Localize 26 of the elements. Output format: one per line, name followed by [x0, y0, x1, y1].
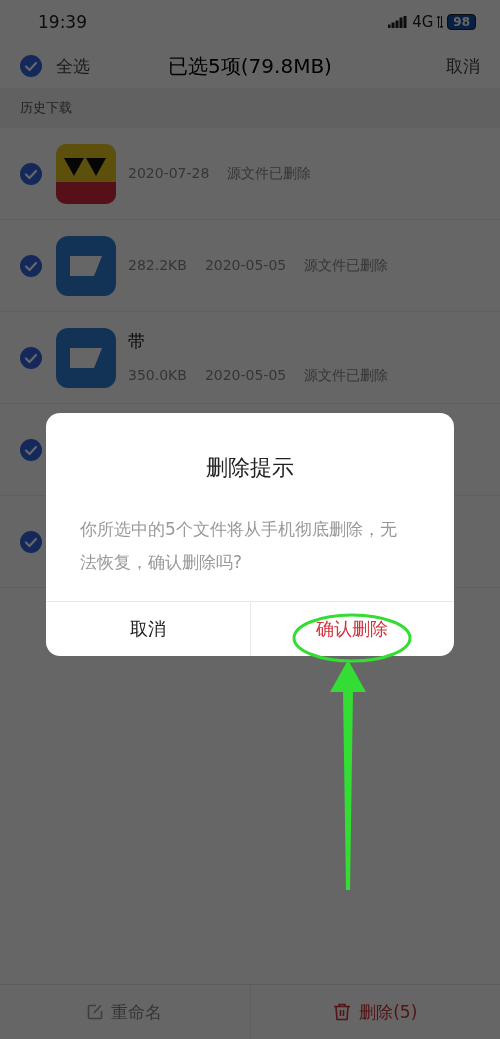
- select-all-label[interactable]: 全选: [56, 54, 90, 78]
- image-thumbnail-icon: [56, 143, 116, 204]
- dialog-message: 你所选中的5个文件将从手机彻底删除，无法恢复，确认删除吗?: [79, 518, 398, 574]
- trash-icon: [333, 1003, 352, 1021]
- dialog-title: 删除提示: [205, 454, 295, 482]
- document-icon: [56, 235, 116, 296]
- file-name: 带: [128, 330, 146, 353]
- checkbox[interactable]: [20, 162, 42, 185]
- network-label: 4G: [412, 13, 434, 31]
- checkbox[interactable]: [20, 346, 42, 369]
- section-label: 历史下载: [20, 99, 72, 117]
- selection-title: 已选5项(79.8MB): [168, 52, 332, 80]
- document-icon: [56, 327, 116, 388]
- battery-level: 98: [447, 14, 476, 30]
- cancel-button[interactable]: 取消: [46, 602, 251, 656]
- checkbox[interactable]: [20, 438, 42, 461]
- signal-icon: [388, 16, 409, 28]
- checkbox[interactable]: [20, 530, 42, 553]
- edit-icon: [87, 1004, 104, 1020]
- clock-time: 19:39: [38, 12, 87, 32]
- confirm-button[interactable]: 确认删除: [250, 602, 454, 656]
- data-arrows-icon: [437, 16, 444, 28]
- checkbox[interactable]: [20, 254, 42, 277]
- checkbox[interactable]: [20, 55, 42, 77]
- delete-button[interactable]: 删除(5): [250, 985, 500, 1039]
- cancel-button[interactable]: 取消: [446, 54, 480, 78]
